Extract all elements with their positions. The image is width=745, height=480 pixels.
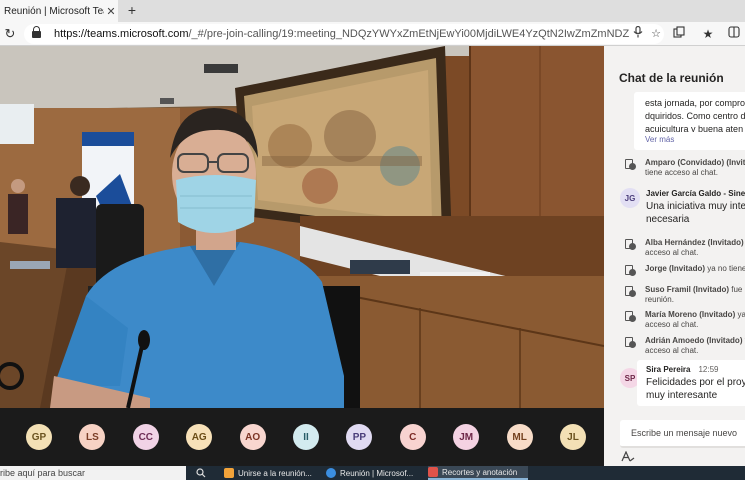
message-line: acuicultura y buena aten: [645, 124, 744, 132]
guest-event-icon: [625, 239, 636, 250]
message-line: necesaria: [646, 214, 690, 225]
favorites-icon[interactable]: ★: [699, 25, 717, 43]
format-icon[interactable]: [621, 450, 635, 463]
address-bar: ↻ https://teams.microsoft.com/_#/pre-joi…: [0, 22, 745, 46]
favorite-star-icon[interactable]: ☆: [648, 26, 664, 42]
url-input[interactable]: https://teams.microsoft.com/_#/pre-join-…: [24, 24, 664, 44]
close-tab-icon[interactable]: ✕: [104, 5, 118, 18]
event-text: Jorge (Invitado) ya no tiene a: [645, 264, 745, 273]
compose-placeholder: Escribe un mensaje nuevo: [631, 428, 738, 438]
windows-taskbar: ribe aquí para buscar Unirse a la reunió…: [0, 466, 745, 480]
meeting-chat-panel: Chat de la reunión esta jornada, por com…: [604, 46, 745, 466]
participant-avatar[interactable]: AO: [239, 424, 266, 450]
chat-message: Javier García Galdo - Sinerxi Una inicia…: [637, 184, 745, 232]
participant-avatar[interactable]: II: [293, 424, 319, 450]
taskbar-item-label: Recortes y anotación: [442, 467, 518, 477]
taskbar-item-teams-meeting[interactable]: Reunión | Microsof...: [326, 466, 422, 480]
taskbar-item-snipping[interactable]: Recortes y anotación: [428, 466, 528, 480]
message-line: Felicidades por el proyec: [646, 377, 745, 388]
message-line: Una iniciativa muy interes: [646, 201, 745, 212]
guest-event-icon: [625, 286, 636, 297]
see-more-link[interactable]: Ver más: [645, 135, 674, 144]
participant-avatar[interactable]: JM: [453, 424, 480, 450]
app-icon: [224, 468, 234, 478]
message-line: dquiridos. Como centro d: [645, 111, 745, 121]
edge-icon: [326, 468, 336, 478]
participant-avatar[interactable]: JL: [560, 424, 586, 450]
chat-header: Chat de la reunión: [604, 46, 745, 90]
guest-event-icon: [625, 265, 636, 276]
snipping-tool-icon: [428, 467, 438, 477]
new-tab-button[interactable]: +: [124, 2, 140, 18]
tab-teams-meeting[interactable]: Reunión | Microsoft Teams ✕: [0, 0, 118, 22]
participant-avatar[interactable]: C: [399, 424, 426, 450]
extensions-icon[interactable]: [725, 25, 743, 43]
participant-avatar[interactable]: CC: [132, 424, 159, 450]
taskbar-item-join-meeting[interactable]: Unirse a la reunión...: [224, 466, 320, 480]
message-line: muy interesante: [646, 390, 718, 401]
reload-icon[interactable]: ↻: [2, 25, 18, 43]
participant-avatar[interactable]: LS: [79, 424, 106, 450]
message-time: 12:59: [698, 365, 719, 374]
event-text: Adrián Amoedo (Invitado) yaacceso al cha…: [645, 336, 745, 355]
event-text: Amparo (Convidado) (Invita tiene acceso a…: [645, 158, 745, 177]
event-text: María Moreno (Invitado) ya acceso al chat…: [645, 310, 745, 329]
guest-event-icon: [625, 159, 636, 170]
participant-avatar[interactable]: AG: [186, 424, 213, 450]
taskbar-search-placeholder: ribe aquí para buscar: [0, 468, 86, 478]
participant-avatar[interactable]: GP: [26, 424, 52, 450]
event-text: Suso Framil (Invitado) fue invreunión.: [645, 285, 745, 304]
lock-icon: [32, 26, 41, 38]
taskbar-search-box[interactable]: ribe aquí para buscar: [0, 466, 186, 480]
url-text: https://teams.microsoft.com/_#/pre-join-…: [54, 28, 629, 40]
message-author: Sira Pereira 12:59: [646, 365, 719, 374]
taskbar-item-label: Reunión | Microsof...: [340, 468, 414, 478]
participant-avatar[interactable]: ML: [506, 424, 533, 450]
chat-message: Sira Pereira 12:59 Felicidades por el pro…: [637, 360, 745, 406]
collections-icon[interactable]: [670, 25, 688, 43]
search-icon[interactable]: [196, 466, 206, 480]
message-author: Javier García Galdo - Sinerxi: [646, 189, 745, 198]
browser-tab-bar: Reunión | Microsoft Teams ✕ +: [0, 0, 745, 22]
chat-message-truncated: esta jornada, por compro dquiridos. Como…: [634, 92, 745, 150]
participant-avatar[interactable]: PP: [346, 424, 373, 450]
chat-title: Chat de la reunión: [619, 71, 724, 85]
compose-message-input[interactable]: Escribe un mensaje nuevo: [620, 420, 745, 448]
event-text: Alba Hernández (Invitado) yaacceso al ch…: [645, 238, 744, 257]
guest-event-icon: [625, 337, 636, 348]
speaker-video[interactable]: [0, 46, 604, 408]
meeting-stage: GP LS CC AG AO II PP C JM ML JL: [0, 46, 604, 466]
message-line: esta jornada, por compro: [645, 98, 745, 108]
taskbar-item-label: Unirse a la reunión...: [238, 468, 312, 478]
microphone-icon[interactable]: [630, 25, 646, 42]
tab-title: Reunión | Microsoft Teams: [4, 5, 104, 17]
guest-event-icon: [625, 311, 636, 322]
participant-strip: GP LS CC AG AO II PP C JM ML JL: [0, 408, 604, 466]
